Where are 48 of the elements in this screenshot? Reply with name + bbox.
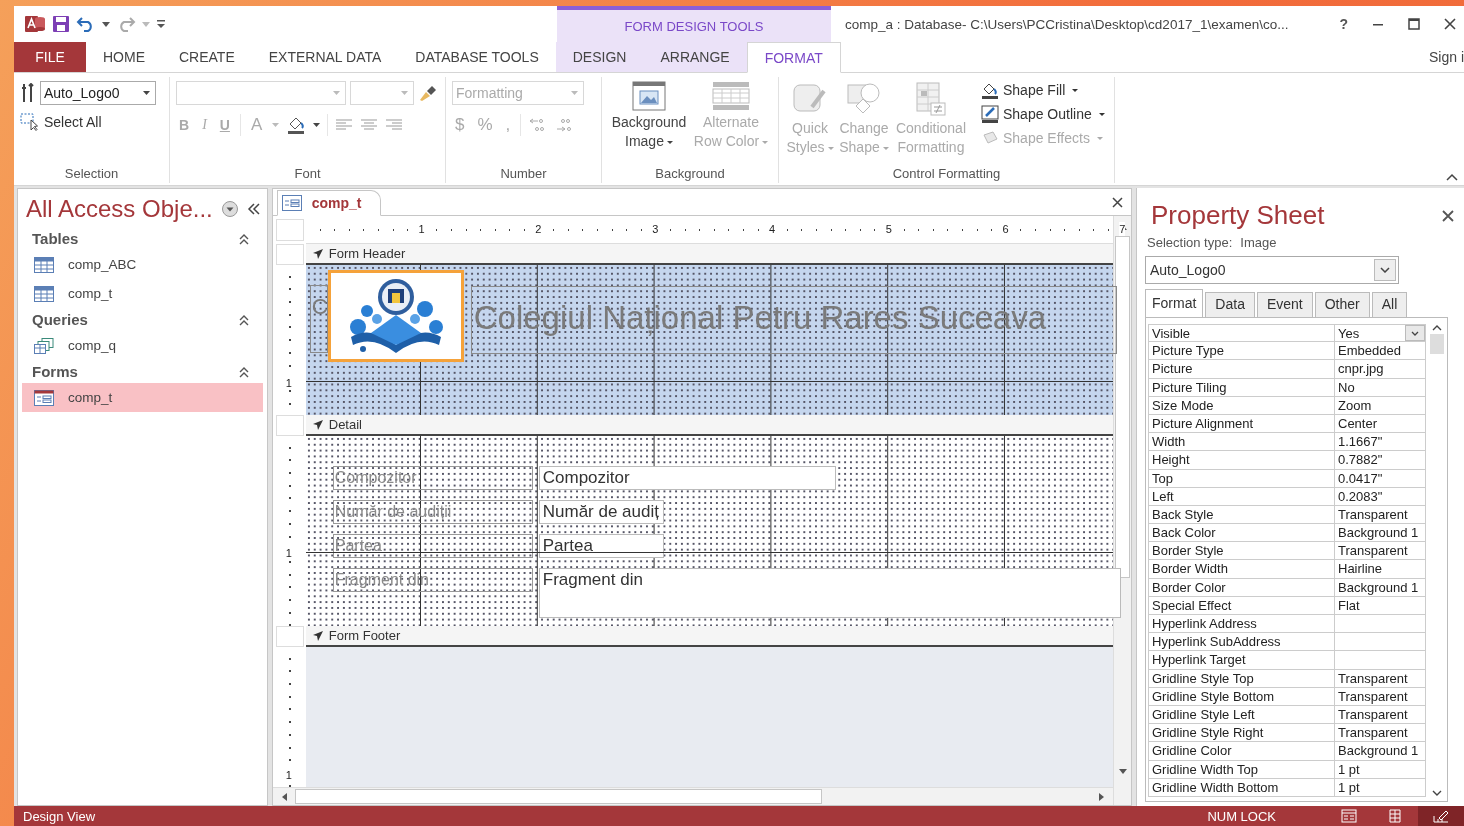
ruler-number: 5 xyxy=(885,222,892,236)
group-label: Selection xyxy=(63,166,120,183)
property-name: Special Effect xyxy=(1148,596,1334,615)
property-name: Border Color xyxy=(1148,578,1334,597)
group-label: Font xyxy=(293,166,322,183)
property-name: Picture Type xyxy=(1148,342,1334,361)
num-lock-indicator: NUM LOCK xyxy=(1207,808,1276,824)
property-name: Gridline Width Bottom xyxy=(1148,778,1334,797)
ruler-number: 1 xyxy=(285,769,292,781)
ruler-number: 1 xyxy=(285,547,292,559)
window-title: comp_a : Database- C:\Users\PCCristina\Desktop\cd2017_1\examen\co... xyxy=(844,15,1290,34)
ruler-number: 4 xyxy=(768,222,776,236)
ruler-number: 1 xyxy=(285,377,292,389)
ruler-number: 2 xyxy=(535,222,542,236)
ruler-number: 7 xyxy=(1119,222,1126,236)
property-sheet-title: Property Sheet xyxy=(1151,200,1325,231)
property-name: Picture Alignment xyxy=(1148,414,1334,434)
property-name: Gridline Width Top xyxy=(1148,760,1334,779)
property-name: Height xyxy=(1148,451,1334,470)
group-label: Background xyxy=(654,166,726,183)
property-name: Border Width xyxy=(1148,560,1334,579)
property-name: Gridline Color xyxy=(1148,742,1334,761)
property-name: Hyperlink Address xyxy=(1148,615,1334,634)
property-name: Gridline Style Left xyxy=(1148,705,1334,725)
property-name: Back Color xyxy=(1148,524,1334,543)
property-name: Picture Tiling xyxy=(1148,378,1334,397)
selection-type-label: Selection type: xyxy=(1147,235,1233,250)
property-name: Left xyxy=(1148,487,1334,506)
property-name: Gridline Style Right xyxy=(1148,724,1334,743)
property-name: Top xyxy=(1148,469,1334,488)
property-name: Size Mode xyxy=(1148,396,1334,415)
property-name: Gridline Style Bottom xyxy=(1148,687,1334,706)
property-name: Hyperlink SubAddress xyxy=(1148,633,1334,652)
property-name: Gridline Style Top xyxy=(1148,669,1334,688)
property-name: Hyperlink Target xyxy=(1148,651,1334,670)
property-name: Visible xyxy=(1148,324,1334,343)
ruler-number: 3 xyxy=(652,222,659,236)
property-name: Width xyxy=(1148,433,1334,452)
selection-type-value: Image xyxy=(1240,235,1277,250)
status-text: Design View xyxy=(23,808,96,824)
property-name: Border Style xyxy=(1148,542,1334,561)
group-label: Number xyxy=(499,166,548,183)
ruler-number: 6 xyxy=(1002,222,1009,236)
property-name: Back Style xyxy=(1148,505,1334,525)
group-label: Control Formatting xyxy=(891,166,1002,183)
ruler-number: 1 xyxy=(418,222,425,236)
property-name: Picture xyxy=(1148,360,1334,379)
contextual-tab-group-title: FORM DESIGN TOOLS xyxy=(557,6,831,42)
